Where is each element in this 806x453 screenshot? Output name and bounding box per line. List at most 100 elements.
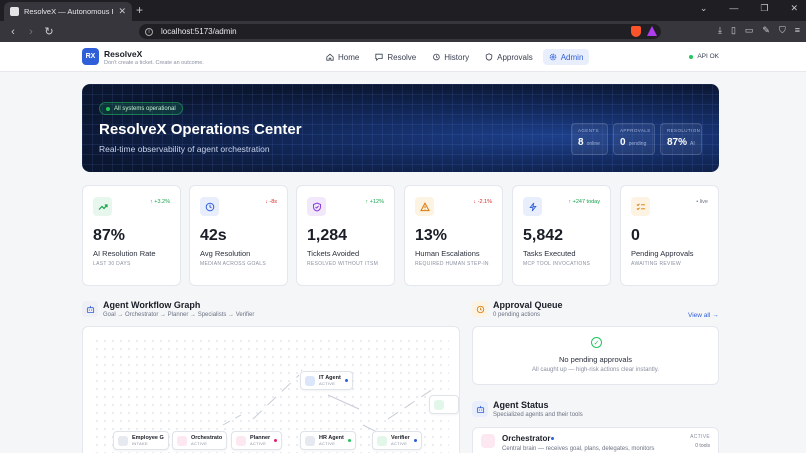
nav-approvals[interactable]: Approvals [479,49,539,65]
workflow-title: Agent Workflow Graph [103,300,201,310]
nav-history[interactable]: History [426,49,475,65]
node-status-dot [347,439,351,442]
nav-history-label: History [444,52,470,62]
nav-admin[interactable]: Admin [542,49,590,65]
kpi-value: 13% [415,227,448,244]
home-icon [326,53,334,61]
bolt-icon [523,197,542,216]
hero-stats: AGENTS 8 online APPROVALS 0 pending RESOLU… [571,123,702,155]
chevron-down-icon[interactable]: ⌄ [700,3,708,14]
status-dot [689,54,694,59]
kpi-card-pending-approvals: • live 0 Pending Approvals AWAITING REVI… [620,185,719,286]
kpi-card-resolution-rate: ↑ +3.2% 87% AI Resolution Rate LAST 30 D… [82,185,181,286]
nav-resolve-label: Resolve [387,52,417,62]
nav-resolve[interactable]: Resolve [369,49,422,65]
browser-toolbar: ⤓ ▯ ▭ ✎ ⛉ ≡ [718,25,800,36]
graph-node-it-agent[interactable]: IT Agent ACTIVE [300,371,353,390]
reload-icon[interactable]: ↻ [44,25,54,38]
brave-rewards-icon[interactable] [647,26,657,36]
hero-stat-unit: AI [690,141,695,147]
agent-card-orchestrator[interactable]: Orchestrator Central brain — receives go… [472,427,719,453]
view-all-link[interactable]: View all → [688,312,719,319]
status-dot [106,106,110,111]
page-subtitle: Real-time observability of agent orchest… [99,144,270,154]
kpi-delta: ↓ -8s [265,199,277,205]
agent-status-subtitle: Specialized agents and their tools [493,412,583,418]
new-tab-icon[interactable]: + [136,3,143,17]
node-status-dot [344,379,348,382]
vpn-icon[interactable]: ⛉ [779,25,786,36]
agent-status-title: Agent Status [493,400,549,410]
forward-icon[interactable]: › [26,26,36,38]
address-bar-row: ‹ › ↻ i localhost:5173/admin ⤓ ▯ ▭ ✎ ⛉ ≡ [0,21,806,42]
kpi-label: Tickets Avoided [307,249,360,258]
browser-tab[interactable]: ResolveX — Autonomous Emplo... ✕ [4,2,132,21]
sidebar-icon[interactable]: ▯ [731,25,736,36]
graph-node-verifier[interactable]: Verifier ACTIVE [372,431,422,450]
kpi-label: Avg Resolution [200,249,251,258]
extensions-icon[interactable]: ✎ [762,25,770,36]
url-field[interactable]: i localhost:5173/admin [139,24,661,39]
hero-stat-label: AGENTS [578,128,599,133]
graph-node-hr-agent[interactable]: HR Agent ACTIVE [300,431,356,450]
hero-stat-label: APPROVALS [620,128,651,133]
site-info-icon[interactable]: i [145,27,153,36]
restore-icon[interactable]: ❐ [760,3,768,14]
computer-icon [305,375,315,386]
window-controls: ⌄ — ❐ ✕ [700,3,798,14]
kpi-delta: ↑ +12% [365,199,385,205]
warning-icon [415,197,434,216]
minimize-icon[interactable]: — [729,3,738,14]
logo[interactable]: RX [82,48,99,65]
person-icon [118,435,128,446]
download-icon[interactable]: ⤓ [718,25,722,36]
graph-node-planner[interactable]: Planner ACTIVE [231,431,283,450]
workflow-graph-canvas[interactable]: IT Agent ACTIVE Employee G INTAKE Orchestr… [82,326,460,453]
empty-state-subtitle: All caught up — high-risk actions clear … [532,367,659,373]
node-state: ACTIVE [319,441,336,446]
kpi-card-avg-resolution: ↓ -8s 42s Avg Resolution MEDIAN ACROSS G… [189,185,288,286]
kpi-value: 42s [200,227,227,244]
graph-node-partial[interactable] [429,395,459,414]
hero-stat-value: 0 [620,137,626,148]
system-status-pill: All systems operational [99,102,183,115]
hero-stat-agents: AGENTS 8 online [571,123,608,155]
api-status: API OK [689,53,719,60]
kpi-sublabel: REQUIRED HUMAN STEP-IN [415,261,489,267]
nav-approvals-label: Approvals [497,52,533,62]
agent-tools-count: 0 tools [695,443,710,449]
nav-home[interactable]: Home [320,49,365,65]
planner-icon [236,435,246,446]
node-state: ACTIVE [250,441,267,446]
brain-icon [481,434,495,448]
close-tab-icon[interactable]: ✕ [118,6,126,17]
brave-shields-icon[interactable] [631,26,641,37]
hero-stat-unit: pending [628,141,647,147]
wallet-icon[interactable]: ▭ [745,25,754,36]
back-icon[interactable]: ‹ [8,26,18,38]
graph-node-orchestrator[interactable]: Orchestrato ACTIVE [172,431,228,450]
hero-stat-value: 87% [667,137,688,148]
kpi-label: Tasks Executed [523,249,576,258]
agent-state-badge: ACTIVE [690,434,710,440]
favicon-icon [10,7,19,16]
kpi-delta: • live [696,199,708,205]
close-window-icon[interactable]: ✕ [790,3,798,14]
nav-home-label: Home [338,52,360,62]
hero-stat-value: 8 [578,137,584,148]
hourglass-icon [472,301,488,317]
operations-hero: All systems operational ResolveX Operati… [82,84,719,172]
agent-description: Central brain — receives goal, plans, de… [502,446,655,452]
chat-icon [375,53,383,61]
graph-node-employee-goal[interactable]: Employee G INTAKE [113,431,169,450]
brand-tagline: Don't create a ticket. Create an outcome… [104,60,204,66]
nav-admin-label: Admin [560,52,584,62]
node-state: ACTIVE [391,441,408,446]
menu-icon[interactable]: ≡ [795,25,800,36]
hero-stat-unit: online [586,141,600,147]
kpi-sublabel: RESOLVED WITHOUT ITSM [307,261,379,267]
gear-icon [549,53,556,61]
hero-stat-approvals: APPROVALS 0 pending [613,123,655,155]
kpi-value: 0 [631,227,640,244]
agent-status-dot [551,437,554,440]
